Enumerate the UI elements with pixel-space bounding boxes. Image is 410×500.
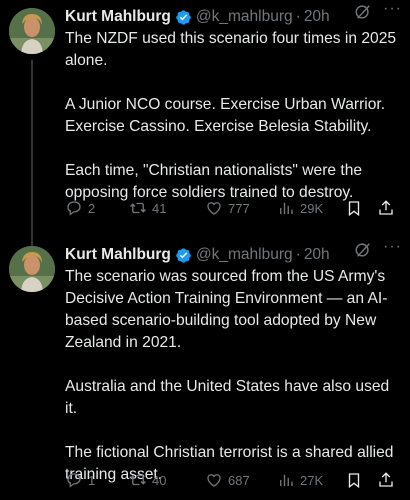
bookmark-icon xyxy=(348,201,360,217)
bookmark-icon xyxy=(348,473,360,489)
share-button[interactable] xyxy=(377,469,395,491)
timestamp[interactable]: 20h xyxy=(304,246,330,264)
avatar[interactable] xyxy=(9,8,55,54)
more-icon[interactable]: ··· xyxy=(383,0,402,18)
repost-button[interactable]: 40 xyxy=(129,469,166,491)
verified-badge-icon xyxy=(176,9,191,25)
tweet-text: The NZDF used this scenario four times i… xyxy=(65,28,405,204)
like-icon xyxy=(207,202,221,215)
views-icon xyxy=(280,202,293,214)
action-bar: 1 40 687 27K xyxy=(65,469,405,491)
tweet-paragraph: The scenario was sourced from the US Arm… xyxy=(65,268,388,351)
avatar[interactable] xyxy=(9,246,55,292)
author-handle[interactable]: @k_mahlburg xyxy=(196,246,293,264)
views-count: 29K xyxy=(300,200,324,216)
tweet-2[interactable]: Kurt Mahlburg @k_mahlburg · 20h ··· The … xyxy=(0,238,410,500)
like-icon xyxy=(207,474,221,487)
author-name[interactable]: Kurt Mahlburg xyxy=(65,246,171,264)
reply-count: 2 xyxy=(88,200,96,216)
grok-icon[interactable] xyxy=(354,3,372,21)
like-button[interactable]: 777 xyxy=(205,197,250,219)
thread-connector xyxy=(31,60,33,246)
like-count: 777 xyxy=(228,200,250,216)
tweet-text: The scenario was sourced from the US Arm… xyxy=(65,266,405,486)
grok-icon[interactable] xyxy=(354,241,372,259)
more-icon[interactable]: ··· xyxy=(383,238,402,256)
bookmark-button[interactable] xyxy=(345,197,363,219)
timestamp[interactable]: 20h xyxy=(304,8,330,26)
reply-count: 1 xyxy=(88,472,96,488)
share-icon xyxy=(379,200,393,215)
avatar-image xyxy=(9,8,55,54)
repost-count: 41 xyxy=(152,200,167,216)
share-icon xyxy=(379,472,393,487)
repost-count: 40 xyxy=(152,472,167,488)
tweet-paragraph: Australia and the United States have als… xyxy=(65,378,390,417)
reply-button[interactable]: 1 xyxy=(65,469,95,491)
tweet-1[interactable]: Kurt Mahlburg @k_mahlburg · 20h ··· The … xyxy=(0,0,410,246)
repost-icon xyxy=(130,202,146,214)
views-button[interactable]: 29K xyxy=(277,197,323,219)
verified-badge-icon xyxy=(176,247,191,263)
repost-button[interactable]: 41 xyxy=(129,197,166,219)
views-count: 27K xyxy=(300,472,324,488)
bookmark-button[interactable] xyxy=(345,469,363,491)
avatar-image xyxy=(9,246,55,292)
author-name[interactable]: Kurt Mahlburg xyxy=(65,8,171,26)
reply-icon xyxy=(67,201,81,216)
action-bar: 2 41 777 29K xyxy=(65,197,405,219)
reply-button[interactable]: 2 xyxy=(65,197,95,219)
repost-icon xyxy=(130,474,146,486)
views-button[interactable]: 27K xyxy=(277,469,323,491)
views-icon xyxy=(280,474,293,486)
share-button[interactable] xyxy=(377,197,395,219)
reply-icon xyxy=(67,473,81,488)
like-button[interactable]: 687 xyxy=(205,469,250,491)
separator-dot: · xyxy=(295,246,301,263)
separator-dot: · xyxy=(295,8,301,25)
like-count: 687 xyxy=(228,472,250,488)
tweet-paragraph: A Junior NCO course. Exercise Urban Warr… xyxy=(65,96,386,135)
author-handle[interactable]: @k_mahlburg xyxy=(196,8,293,26)
tweet-paragraph: The NZDF used this scenario four times i… xyxy=(65,30,397,69)
